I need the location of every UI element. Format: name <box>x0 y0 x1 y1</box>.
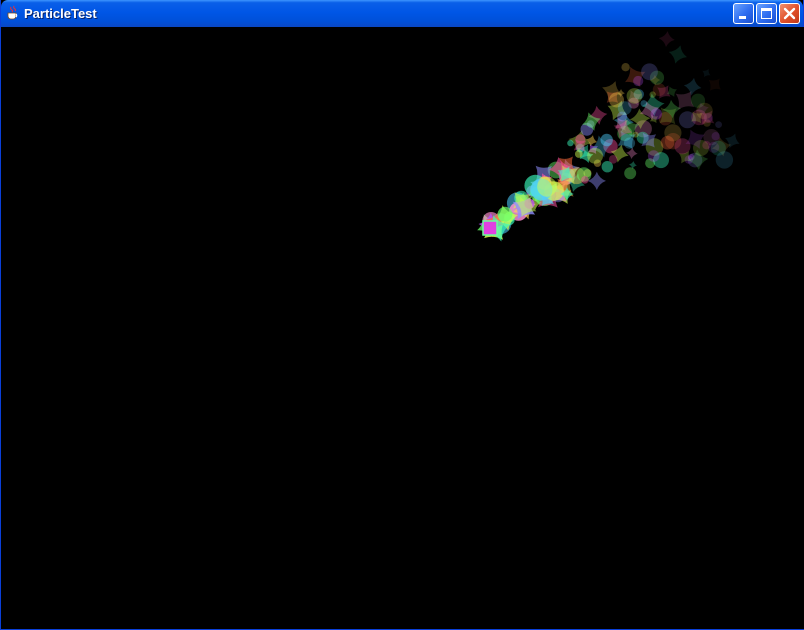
particle <box>715 151 734 169</box>
particle-emitter <box>482 220 498 236</box>
maximize-icon <box>761 8 772 19</box>
particle <box>626 147 638 160</box>
particle <box>497 206 513 222</box>
particle <box>623 137 636 149</box>
particle <box>624 167 637 180</box>
close-icon <box>783 7 796 20</box>
particle <box>683 77 702 96</box>
particle <box>633 75 644 87</box>
title-bar[interactable]: ParticleTest <box>1 0 803 27</box>
particle <box>617 101 632 115</box>
particle <box>581 176 589 184</box>
particle <box>715 121 722 128</box>
particle <box>668 45 687 64</box>
app-window: ParticleTest <box>0 0 804 630</box>
particle <box>640 100 648 107</box>
particle <box>587 147 603 164</box>
particle <box>658 31 675 48</box>
java-cup-icon[interactable] <box>5 5 21 21</box>
window-title: ParticleTest <box>24 6 97 21</box>
particle <box>708 78 721 91</box>
minimize-button[interactable] <box>733 3 754 24</box>
particle <box>567 139 574 147</box>
minimize-icon <box>739 16 746 19</box>
particle <box>626 88 643 104</box>
particle <box>711 132 720 141</box>
maximize-button[interactable] <box>756 3 777 24</box>
close-button[interactable] <box>779 3 800 24</box>
particle <box>650 108 662 120</box>
particle <box>537 176 557 197</box>
particle <box>647 150 660 162</box>
particle <box>574 150 583 158</box>
particle <box>649 91 656 98</box>
particle <box>621 63 630 72</box>
particle <box>608 155 618 164</box>
render-canvas[interactable] <box>2 27 804 629</box>
particle <box>702 69 711 78</box>
particle-system <box>477 31 740 242</box>
particle <box>600 133 613 147</box>
particle <box>708 141 720 153</box>
